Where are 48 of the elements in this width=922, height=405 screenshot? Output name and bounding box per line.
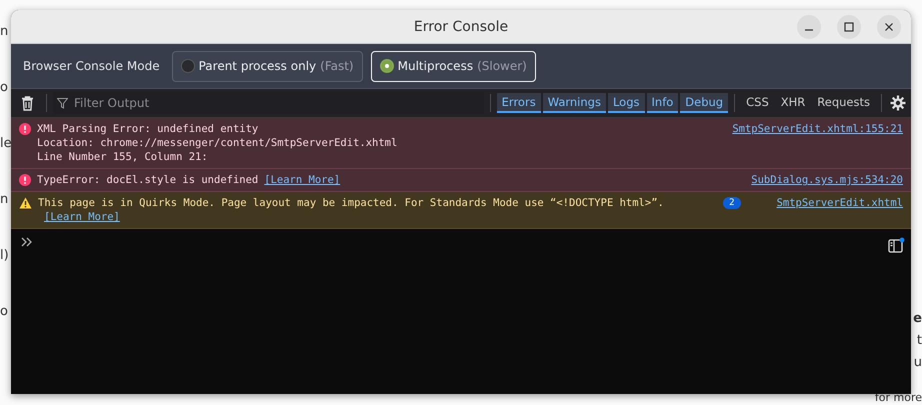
page-text: n [0, 192, 8, 208]
message-text: Line Number 155, Column 21: [37, 150, 209, 164]
source-link[interactable]: SmtpServerEdit.xhtml [776, 196, 903, 210]
page-text: t [916, 332, 922, 350]
learn-more-link[interactable]: [Learn More] [44, 210, 120, 224]
page-text: u [914, 354, 922, 372]
mode-radio-button[interactable]: Parent process only (Fast) [172, 50, 363, 82]
prompt-chevron-icon [21, 237, 32, 247]
level-filter-button[interactable]: Errors [496, 93, 541, 113]
page-text: le [0, 136, 12, 152]
maximize-icon [844, 22, 854, 32]
close-button[interactable] [877, 15, 901, 39]
repeat-count-badge: 2 [723, 197, 741, 209]
mode-label: Browser Console Mode [23, 59, 160, 73]
page-text: l) [0, 248, 9, 264]
type-filter-button[interactable]: CSS [741, 93, 774, 113]
error-icon [19, 174, 31, 186]
learn-more-link[interactable]: [Learn More] [264, 173, 340, 187]
source-link[interactable]: SmtpServerEdit.xhtml:155:21 [732, 122, 903, 136]
minimize-icon [805, 29, 813, 31]
level-filter-button[interactable]: Info [646, 93, 678, 113]
message-text: XML Parsing Error: undefined entity [37, 122, 260, 136]
page-text: o [0, 80, 8, 96]
message-text: Location: chrome://messenger/content/SmtpServerEdit.xhtml [37, 136, 398, 150]
page-text: o [0, 304, 8, 320]
type-filter-button[interactable]: XHR [776, 93, 810, 113]
maximize-button[interactable] [837, 15, 861, 39]
mode-radio-button[interactable]: Multiprocess (Slower) [370, 50, 536, 82]
warning-icon [19, 197, 32, 209]
sidebar-toggle-icon[interactable] [888, 237, 905, 253]
level-filter-button[interactable]: Logs [608, 93, 645, 113]
close-icon [884, 22, 894, 32]
level-filter-button[interactable]: Debug [680, 93, 728, 113]
error-icon [19, 123, 31, 135]
settings-icon[interactable] [890, 95, 906, 111]
filter-icon [57, 98, 68, 108]
trash-icon[interactable] [21, 96, 34, 110]
filter-field[interactable]: Filter Output [53, 92, 484, 114]
type-filter-button[interactable]: Requests [812, 93, 875, 113]
message-text: TypeError: docEl.style is undefined [37, 173, 258, 187]
source-link[interactable]: SubDialog.sys.mjs:534:20 [751, 173, 903, 187]
window-title: Error Console [414, 18, 508, 34]
console-input[interactable] [11, 229, 911, 394]
page-text: e [913, 310, 922, 328]
level-filter-button[interactable]: Warnings [542, 93, 606, 113]
message-text: This page is in Quirks Mode. Page layout may be impacted. For Standards Mode use “<!DOCTYPE html>”. [38, 196, 664, 210]
page-text: n [0, 24, 8, 40]
filter-input[interactable]: Filter Output [72, 95, 480, 111]
